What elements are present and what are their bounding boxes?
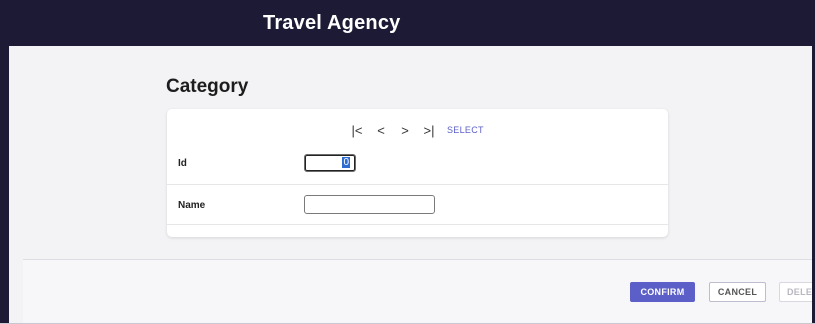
delete-button[interactable]: DELETE bbox=[779, 282, 812, 302]
id-field[interactable]: 0 bbox=[304, 154, 356, 172]
first-record-button[interactable]: |< bbox=[345, 123, 369, 138]
previous-record-button[interactable]: < bbox=[369, 123, 393, 138]
id-label: Id bbox=[178, 158, 187, 169]
window-frame-left bbox=[0, 0, 9, 324]
page-title: Category bbox=[166, 76, 249, 97]
app-header: Travel Agency bbox=[9, 0, 812, 46]
name-field[interactable] bbox=[304, 195, 435, 214]
row-divider bbox=[167, 184, 668, 185]
row-divider bbox=[167, 224, 668, 225]
record-navigation: |< < > >| SELECT bbox=[345, 122, 484, 138]
name-label: Name bbox=[178, 200, 206, 211]
confirm-button[interactable]: CONFIRM bbox=[630, 282, 695, 302]
next-record-button[interactable]: > bbox=[393, 123, 417, 138]
last-record-button[interactable]: >| bbox=[417, 123, 441, 138]
main-content: Category |< < > >| SELECT Id 0 Name CONF… bbox=[9, 46, 812, 324]
select-button[interactable]: SELECT bbox=[447, 125, 484, 135]
actions-bar: CONFIRM CANCEL DELETE bbox=[23, 259, 812, 324]
cancel-button[interactable]: CANCEL bbox=[709, 282, 766, 302]
category-form-card: |< < > >| SELECT Id 0 Name bbox=[167, 109, 668, 237]
id-field-value: 0 bbox=[342, 157, 350, 168]
app-title: Travel Agency bbox=[263, 12, 401, 34]
